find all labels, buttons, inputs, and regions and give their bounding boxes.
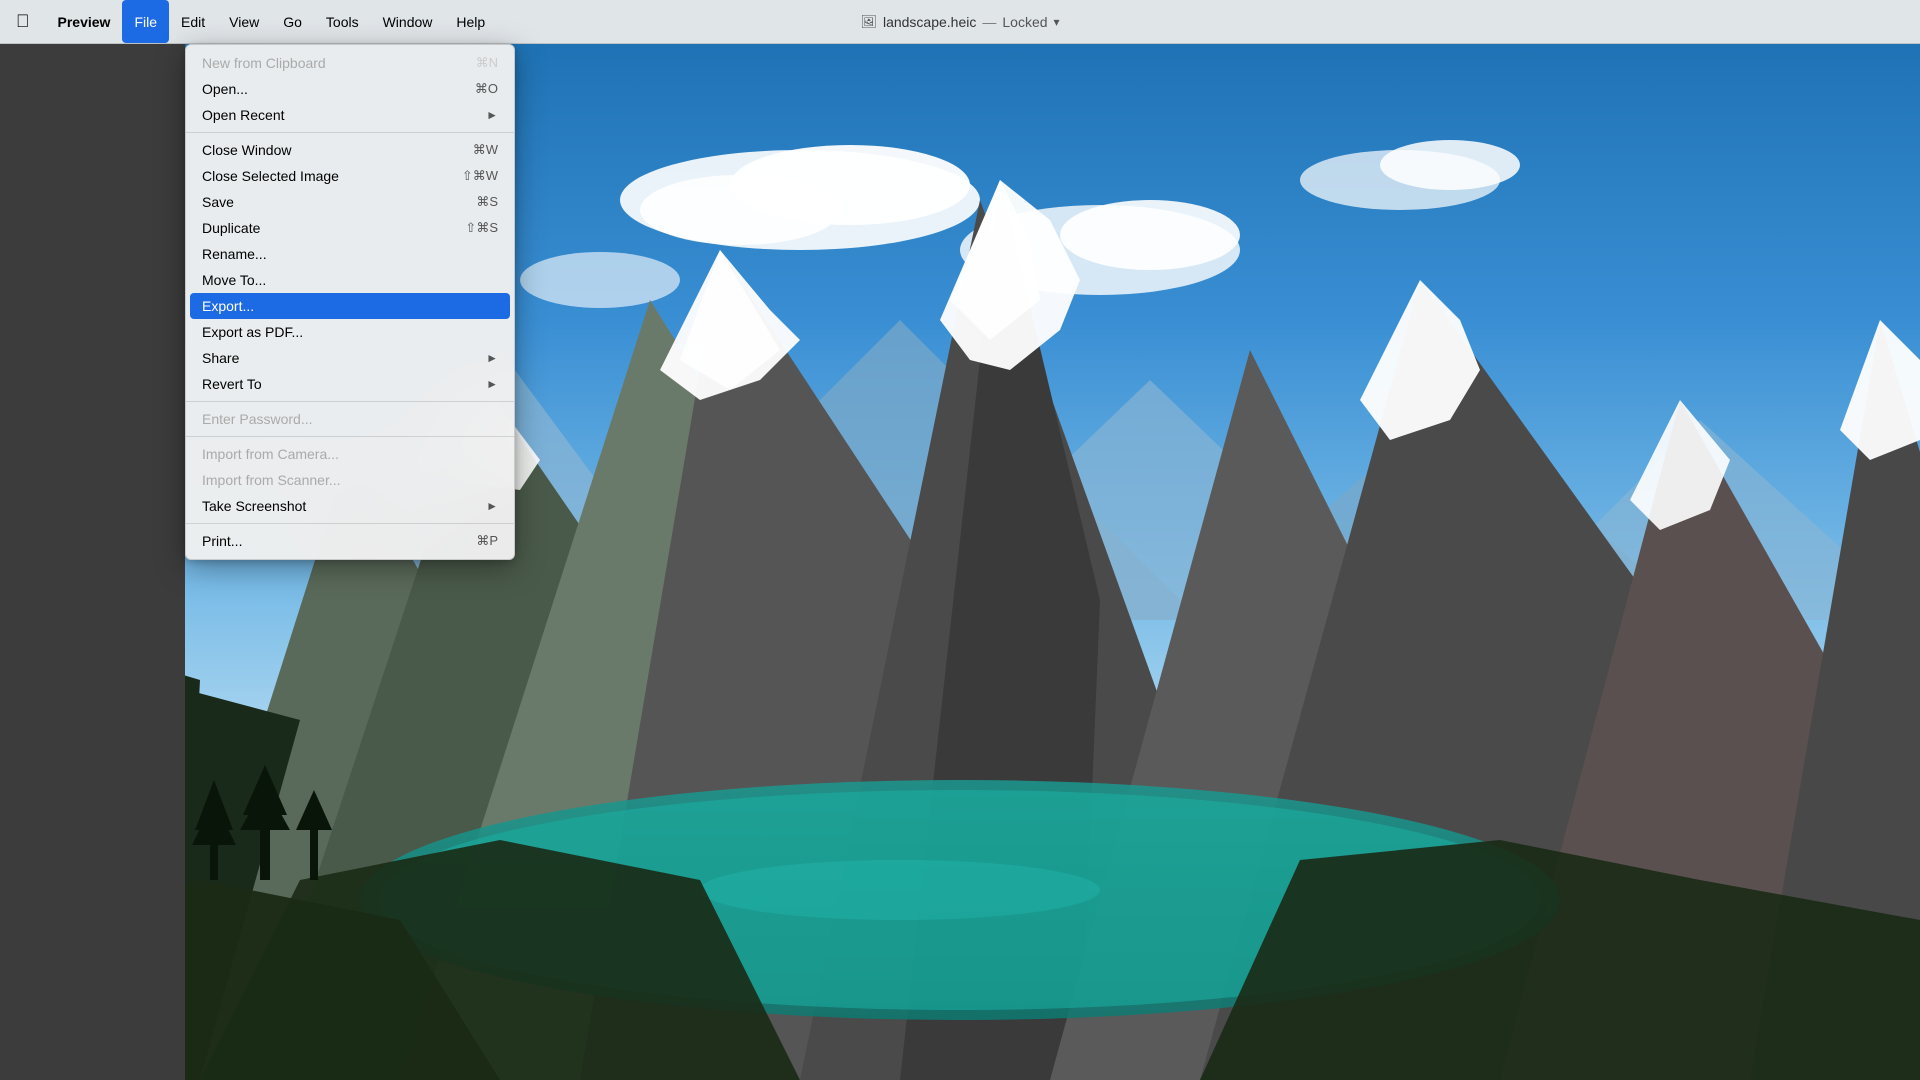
menu-item-import-camera[interactable]: Import from Camera... <box>186 441 514 467</box>
menubar-window[interactable]: Window <box>371 0 445 43</box>
window-dropdown-arrow[interactable]: ▾ <box>1054 15 1060 29</box>
menu-item-close-selected-shortcut: ⇧⌘W <box>462 168 498 184</box>
separator-2 <box>186 401 514 402</box>
menu-item-export-label: Export... <box>202 298 498 314</box>
window-filename: landscape.heic <box>883 14 976 30</box>
menubar-go-label: Go <box>283 14 302 30</box>
menu-item-export[interactable]: Export... <box>190 293 510 319</box>
menubar-tools-label: Tools <box>326 14 359 30</box>
menu-item-new-clipboard-label: New from Clipboard <box>202 55 476 71</box>
menu-item-duplicate-label: Duplicate <box>202 220 465 236</box>
menubar-window-label: Window <box>383 14 433 30</box>
menubar-view-label: View <box>229 14 259 30</box>
screenshot-arrow-icon: ► <box>486 499 498 513</box>
menu-item-close-window-shortcut: ⌘W <box>473 142 498 158</box>
menubar-help-label: Help <box>456 14 485 30</box>
menubar-go[interactable]: Go <box>271 0 314 43</box>
menu-item-move-to[interactable]: Move To... <box>186 267 514 293</box>
menu-item-rename[interactable]: Rename... <box>186 241 514 267</box>
share-arrow-icon: ► <box>486 351 498 365</box>
menubar-file-label: File <box>134 14 157 30</box>
menu-item-print-shortcut: ⌘P <box>476 533 498 549</box>
window-status: Locked <box>1002 14 1047 30</box>
menu-item-close-window-label: Close Window <box>202 142 473 158</box>
window-separator: — <box>982 14 996 30</box>
menu-item-export-pdf[interactable]: Export as PDF... <box>186 319 514 345</box>
file-icon: 🖼 <box>860 14 877 30</box>
menu-item-save-shortcut: ⌘S <box>476 194 498 210</box>
menubar-view[interactable]: View <box>217 0 271 43</box>
open-recent-arrow-icon: ► <box>486 108 498 122</box>
menu-item-take-screenshot-label: Take Screenshot <box>202 498 486 514</box>
menu-item-import-scanner-label: Import from Scanner... <box>202 472 498 488</box>
separator-1 <box>186 132 514 133</box>
menubar:  Preview File Edit View Go Tools Window… <box>0 0 1920 44</box>
menu-item-open-recent[interactable]: Open Recent ► <box>186 102 514 128</box>
menu-item-revert-to[interactable]: Revert To ► <box>186 371 514 397</box>
menu-item-new-clipboard-shortcut: ⌘N <box>476 55 498 71</box>
menu-item-enter-password[interactable]: Enter Password... <box>186 406 514 432</box>
menubar-edit-label: Edit <box>181 14 205 30</box>
menu-item-move-to-label: Move To... <box>202 272 498 288</box>
menubar-file[interactable]: File <box>122 0 169 43</box>
menu-item-close-selected-label: Close Selected Image <box>202 168 462 184</box>
window-title-area: 🖼 landscape.heic — Locked ▾ <box>860 14 1059 30</box>
menu-item-print[interactable]: Print... ⌘P <box>186 528 514 554</box>
menu-item-share-label: Share <box>202 350 486 366</box>
revert-arrow-icon: ► <box>486 377 498 391</box>
menu-item-take-screenshot[interactable]: Take Screenshot ► <box>186 493 514 519</box>
menu-item-save-label: Save <box>202 194 476 210</box>
menubar-help[interactable]: Help <box>444 0 497 43</box>
menu-item-export-pdf-label: Export as PDF... <box>202 324 498 340</box>
menu-item-close-selected[interactable]: Close Selected Image ⇧⌘W <box>186 163 514 189</box>
menu-item-new-clipboard[interactable]: New from Clipboard ⌘N <box>186 50 514 76</box>
menu-item-enter-password-label: Enter Password... <box>202 411 498 427</box>
menubar-preview[interactable]: Preview <box>46 0 123 43</box>
separator-4 <box>186 523 514 524</box>
menu-item-open[interactable]: Open... ⌘O <box>186 76 514 102</box>
left-sidebar <box>0 44 185 1080</box>
menubar-edit[interactable]: Edit <box>169 0 217 43</box>
menu-item-share[interactable]: Share ► <box>186 345 514 371</box>
menu-item-duplicate[interactable]: Duplicate ⇧⌘S <box>186 215 514 241</box>
file-dropdown-menu: New from Clipboard ⌘N Open... ⌘O Open Re… <box>185 44 515 560</box>
apple-menu[interactable]:  <box>0 0 46 43</box>
menu-item-open-label: Open... <box>202 81 475 97</box>
menu-item-print-label: Print... <box>202 533 476 549</box>
menu-item-import-scanner[interactable]: Import from Scanner... <box>186 467 514 493</box>
menu-item-duplicate-shortcut: ⇧⌘S <box>465 220 498 236</box>
separator-3 <box>186 436 514 437</box>
menubar-preview-label: Preview <box>58 14 111 30</box>
menu-item-close-window[interactable]: Close Window ⌘W <box>186 137 514 163</box>
menu-item-open-shortcut: ⌘O <box>475 81 498 97</box>
apple-icon:  <box>16 11 30 32</box>
menu-item-save[interactable]: Save ⌘S <box>186 189 514 215</box>
menu-item-import-camera-label: Import from Camera... <box>202 446 498 462</box>
menu-item-rename-label: Rename... <box>202 246 498 262</box>
menu-item-revert-to-label: Revert To <box>202 376 486 392</box>
menu-item-open-recent-label: Open Recent <box>202 107 486 123</box>
menubar-tools[interactable]: Tools <box>314 0 371 43</box>
